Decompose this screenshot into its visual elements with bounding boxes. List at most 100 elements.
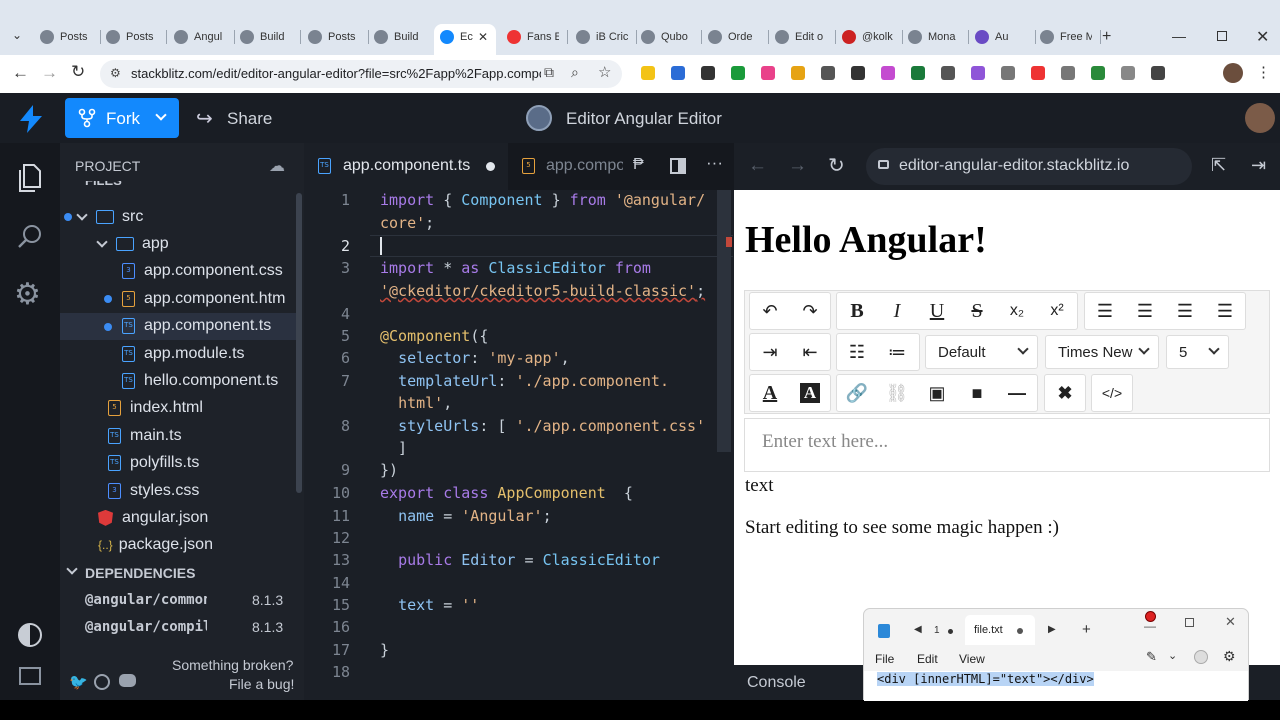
browser-tab[interactable]: Posts [308,24,360,50]
preview-back-icon[interactable]: ← [748,155,767,177]
browser-tab[interactable]: Edit o [775,24,827,50]
theme-toggle-icon[interactable] [18,623,42,647]
bold-icon[interactable]: B [837,291,877,331]
preview-url[interactable]: editor-angular-editor.stackblitz.io [899,157,1129,175]
extension-icon[interactable] [671,66,685,80]
notepad-menu-item[interactable]: Edit [917,652,938,666]
browser-tab[interactable]: Build [374,24,426,50]
dependencies-label[interactable]: DEPENDENCIES [85,565,195,581]
tree-item[interactable]: TS hello.component.ts [60,367,296,394]
extension-icon[interactable] [851,66,865,80]
browser-tab[interactable]: @kolk [842,24,894,50]
tree-item[interactable]: TS app.module.ts [60,340,296,367]
italic-icon[interactable]: I [877,291,917,331]
close-window-icon[interactable]: ✕ [1256,27,1269,47]
tree-item[interactable]: app [60,230,296,257]
tree-item[interactable]: src [60,203,296,230]
browser-tab[interactable]: iB Cric [576,24,628,50]
source-code-icon[interactable]: </> [1092,373,1132,413]
preview-forward-icon[interactable]: → [788,155,807,177]
browser-tab[interactable]: Fans E [507,24,559,50]
forward-icon[interactable]: → [41,63,58,83]
tab-scroll-right-icon[interactable]: ▶ [1048,624,1056,635]
minimize-icon[interactable]: — [1172,28,1186,44]
search-icon[interactable] [17,223,45,251]
notepad-settings-icon[interactable]: ⚙ [1223,648,1236,665]
browser-tab[interactable]: Qubo [641,24,693,50]
extension-icon[interactable] [941,66,955,80]
ckeditor-content[interactable]: Enter text here... [744,418,1270,472]
address-bar[interactable]: ⚙ stackblitz.com/edit/editor-angular-edi… [100,60,622,88]
extension-icon[interactable] [1151,66,1165,80]
collapse-preview-icon[interactable]: ⇥ [1251,155,1266,176]
cloud-download-icon[interactable]: ☁ [269,156,285,176]
preview-url-bar[interactable]: editor-angular-editor.stackblitz.io [866,148,1192,185]
file-bug-link[interactable]: File a bug! [229,676,294,692]
notepad-menu-item[interactable]: View [959,652,985,666]
dependency-name[interactable]: @angular/common [85,592,207,608]
preview-reload-icon[interactable]: ↻ [828,153,845,178]
extension-icon[interactable] [791,66,805,80]
notepad-close-icon[interactable]: ✕ [1225,614,1236,630]
editor-tab-app-component-html[interactable]: 5 app.compo [508,143,623,190]
extension-icon[interactable] [911,66,925,80]
stackblitz-logo-icon[interactable] [20,105,42,133]
tab-scroll-left-icon[interactable]: ◀ [914,624,922,635]
fork-dropdown-chevron-icon[interactable] [155,109,167,121]
strikethrough-icon[interactable]: S [957,291,997,331]
editor-scrollbar[interactable] [717,190,731,452]
prettier-icon[interactable]: ₱ [633,156,644,174]
browser-tab[interactable]: Posts [40,24,92,50]
tree-item[interactable]: 5 app.component.htm [60,285,296,312]
user-avatar[interactable] [1245,103,1275,133]
extension-icon[interactable] [1001,66,1015,80]
address-text[interactable]: stackblitz.com/edit/editor-angular-edito… [131,66,541,81]
folder-chevron-icon[interactable] [96,236,108,248]
bullet-list-icon[interactable]: ☷ [837,332,877,372]
discord-icon[interactable] [119,674,136,687]
tree-item[interactable]: {..} package.json [60,532,296,559]
install-icon[interactable]: ⧉ [544,64,554,81]
extension-icon[interactable] [641,66,655,80]
more-actions-icon[interactable]: ··· [706,153,723,173]
superscript-icon[interactable]: x² [1037,291,1077,331]
notepad-new-tab-icon[interactable]: + [1082,621,1091,638]
browser-tab[interactable]: Mona [908,24,960,50]
extension-icon[interactable] [701,66,715,80]
close-tab-icon[interactable]: ✕ [478,30,488,44]
folder-chevron-icon[interactable] [76,208,88,221]
twitter-icon[interactable]: 🐦 [69,673,88,691]
subscript-icon[interactable]: x₂ [997,291,1037,331]
notepad-tab[interactable]: file.txt [965,615,1035,645]
reload-icon[interactable]: ↻ [71,62,85,82]
tree-item[interactable]: 3 styles.css [60,477,296,504]
browser-tab[interactable]: Free M [1040,24,1092,50]
files-section-label[interactable]: FILES [85,181,122,188]
dependency-name[interactable]: @angular/compile [85,619,207,635]
underline-icon[interactable]: U [917,291,957,331]
extension-icon[interactable] [881,66,895,80]
notepad-tab-dot-icon[interactable] [1017,628,1023,634]
fork-button[interactable]: Fork [65,98,179,138]
font-style-dropdown[interactable]: Default [925,335,1038,369]
extension-icon[interactable] [1031,66,1045,80]
align-center-icon[interactable]: ☰ [1125,291,1165,331]
settings-gear-icon[interactable]: ⚙ [14,277,41,312]
extension-icon[interactable] [1121,66,1135,80]
tree-item[interactable]: 3 app.component.css [60,258,296,285]
sidebar-scrollbar[interactable] [296,193,302,493]
redo-icon[interactable]: ↷ [790,291,830,331]
extension-icon[interactable] [761,66,775,80]
outdent-icon[interactable]: ⇤ [790,332,830,372]
browser-tab[interactable]: Orde [708,24,760,50]
extension-icon[interactable] [821,66,835,80]
browser-tab[interactable]: Posts [106,24,158,50]
horizontal-rule-icon[interactable]: — [997,373,1037,413]
tree-item[interactable]: 5 index.html [60,395,296,422]
layout-icon[interactable] [19,667,41,685]
menu-icon[interactable]: ⋮ [1256,63,1271,81]
tree-item[interactable]: angular.json [60,504,296,531]
align-left-icon[interactable]: ☰ [1085,291,1125,331]
profile-avatar[interactable] [1223,63,1243,83]
notepad-minimize-icon[interactable]: — [1144,619,1156,633]
